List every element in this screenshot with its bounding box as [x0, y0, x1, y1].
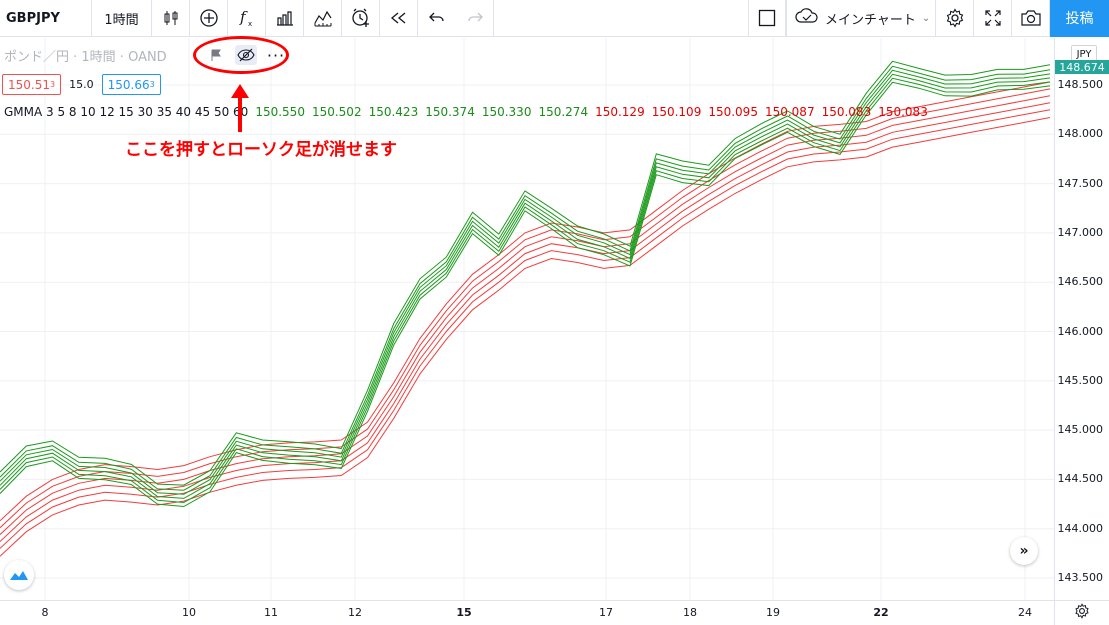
gmma-long-value: 150.109 [651, 105, 702, 119]
price-tick-label: 148.500 [1057, 78, 1104, 91]
add-compare-icon[interactable] [190, 0, 228, 37]
alert-icon[interactable] [342, 0, 380, 37]
gmma-short-value: 150.330 [481, 105, 532, 119]
svg-text:x: x [248, 20, 252, 28]
spread-value: 15.0 [69, 78, 94, 91]
price-tick-label: 145.500 [1057, 373, 1104, 387]
series-title[interactable]: ポンド／円 · 1時間 · OAND [4, 46, 167, 65]
snapshot-icon[interactable] [1012, 0, 1050, 37]
chart-plot[interactable] [0, 38, 1054, 600]
time-tick-label: 24 [1018, 606, 1032, 619]
buy-price: 150.66 [107, 77, 150, 92]
gmma-long-value: 150.129 [595, 105, 645, 119]
annotation-text: ここを押すとローソク足が消せます [125, 140, 397, 160]
price-tick-label: 145.000 [1057, 423, 1104, 437]
layout-name-label: メインチャート [825, 12, 916, 28]
sell-price: 150.51 [8, 77, 50, 92]
svg-text:f: f [239, 8, 248, 26]
time-tick-label: 15 [456, 606, 472, 619]
candles-icon[interactable] [152, 0, 190, 37]
price-tick-label: 148.000 [1057, 127, 1104, 141]
time-axis[interactable]: 8 10 11 12 15 17 18 19 22 24 [0, 600, 1054, 625]
indicators-icon[interactable]: fx [228, 0, 266, 37]
price-tick-label: 147.500 [1057, 176, 1104, 190]
gmma-long-value: 150.095 [708, 105, 758, 119]
layout-select-icon[interactable] [748, 0, 786, 37]
replay-icon[interactable] [380, 0, 418, 37]
symbol-search-button[interactable]: GBPJPY [0, 0, 92, 37]
price-tick-label: 144.500 [1057, 472, 1104, 486]
compare-icon[interactable] [304, 0, 342, 37]
templates-icon[interactable] [266, 0, 304, 37]
gmma-short-value: 150.374 [425, 105, 475, 119]
annotation-arrow [231, 84, 249, 132]
fullscreen-icon[interactable] [974, 0, 1012, 37]
price-tick-label: 146.500 [1057, 275, 1104, 289]
price-tick-label: 143.500 [1057, 571, 1104, 584]
top-toolbar: GBPJPY 1時間 fx メインチャート ⌄ 投稿 [0, 0, 1109, 37]
price-tick-label: 144.000 [1057, 521, 1104, 535]
chart-settings-corner[interactable] [1054, 600, 1109, 625]
tradingview-app: GBPJPY 1時間 fx メインチャート ⌄ 投稿 ポンド／円 · 1時間 ·… [0, 0, 1109, 625]
sell-price-pip: 3 [50, 80, 56, 89]
buy-price-pip: 3 [149, 80, 155, 89]
gmma-short-value: 150.502 [311, 105, 362, 119]
layout-name-button[interactable]: メインチャート ⌄ [786, 0, 936, 37]
redo-icon[interactable] [456, 0, 494, 37]
time-tick-label: 11 [264, 606, 278, 619]
time-tick-label: 19 [766, 606, 780, 619]
time-tick-label: 10 [182, 606, 196, 619]
gmma-short-value: 150.550 [255, 105, 305, 119]
gmma-long-line [0, 109, 1051, 549]
time-tick-label: 17 [599, 606, 613, 619]
gear-icon [1074, 603, 1090, 623]
tradingview-logo-icon[interactable] [4, 560, 34, 590]
gmma-long-line [0, 102, 1051, 542]
gmma-short-value: 150.274 [538, 105, 589, 119]
time-tick-label: 12 [348, 606, 362, 619]
bid-ask-row: 150.51 3 15.0 150.66 3 [2, 74, 161, 95]
time-tick-label: 22 [873, 606, 889, 619]
gmma-long-value: 150.087 [764, 105, 815, 119]
cloud-icon [795, 8, 819, 28]
sell-price-button[interactable]: 150.51 3 [2, 74, 62, 95]
price-tick-label: 147.000 [1057, 225, 1104, 239]
gmma-long-value: 150.083 [821, 105, 872, 119]
undo-icon[interactable] [418, 0, 456, 37]
price-tick-label: 146.000 [1057, 324, 1104, 338]
gmma-long-value: 150.083 [878, 105, 928, 119]
time-tick-label: 8 [41, 606, 49, 619]
buy-price-button[interactable]: 150.66 3 [101, 74, 161, 95]
price-axis[interactable]: 148.500 148.000 147.500 147.000 146.500 146.0… [1054, 38, 1109, 600]
last-price-label: 148.674 [1055, 60, 1109, 74]
gmma-short-line [0, 60, 1051, 486]
time-tick-label: 18 [683, 606, 697, 619]
chart-pane[interactable] [0, 38, 1054, 600]
publish-button[interactable]: 投稿 [1050, 0, 1109, 37]
gmma-short-value: 150.423 [368, 105, 419, 119]
gmma-long-line [0, 95, 1051, 535]
gmma-label: GMMA 3 5 8 10 12 15 30 35 40 45 50 60 [4, 105, 249, 119]
chevron-down-icon: ⌄ [921, 12, 931, 24]
settings-icon[interactable] [936, 0, 974, 37]
gmma-legend[interactable]: GMMA 3 5 8 10 12 15 30 35 40 45 50 60 15… [4, 105, 928, 119]
interval-button[interactable]: 1時間 [92, 0, 152, 37]
highlight-oval [193, 36, 289, 74]
scroll-to-realtime-icon[interactable]: » [1010, 537, 1038, 565]
gmma-short-line [0, 65, 1051, 491]
